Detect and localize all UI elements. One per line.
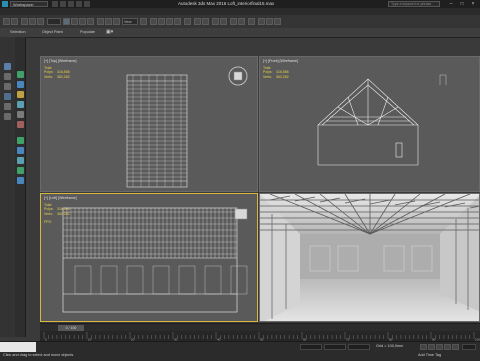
main-toolbar: View <box>0 15 480 29</box>
viewport-front[interactable]: [+] [Front] [Wireframe] Total Polys: 316,… <box>259 56 480 192</box>
scale-icon[interactable] <box>113 18 120 25</box>
y-coordinate-field[interactable] <box>324 344 346 350</box>
material-editor-icon[interactable] <box>248 18 255 25</box>
curve-editor-icon[interactable] <box>230 18 237 25</box>
next-frame-icon[interactable] <box>444 344 451 350</box>
x-coordinate-field[interactable] <box>300 344 322 350</box>
reference-coordinate-dropdown[interactable]: View <box>122 18 138 25</box>
create-icon[interactable] <box>17 71 24 78</box>
ribbon: Selection Object Paint Populate ▣▾ <box>0 28 480 38</box>
go-to-start-icon[interactable] <box>420 344 427 350</box>
left-wireframe-drawing <box>62 207 248 313</box>
graphite-toolbar-icon[interactable] <box>220 18 227 25</box>
save-icon[interactable] <box>68 1 74 7</box>
motion-icon[interactable] <box>17 101 24 108</box>
minimize-button[interactable]: – <box>446 0 456 8</box>
perspective-render <box>260 194 479 321</box>
track-ruler: 0 10 20 30 40 50 60 70 80 90 100 <box>43 332 480 341</box>
pivot-center-icon[interactable] <box>140 18 147 25</box>
schematic-view-icon[interactable] <box>238 18 245 25</box>
lights-filter-icon[interactable] <box>4 113 11 120</box>
title-bar: Workspace: Default Autodesk 3ds Max 2016… <box>0 0 480 12</box>
hierarchy-icon[interactable] <box>17 91 24 98</box>
display-icon[interactable] <box>17 111 24 118</box>
app-icon[interactable] <box>2 1 8 7</box>
new-file-icon[interactable] <box>52 1 58 7</box>
workspace-dropdown[interactable]: Workspace: Default <box>10 1 48 12</box>
redo-icon[interactable] <box>11 18 18 25</box>
utilities-icon[interactable] <box>17 121 24 128</box>
align-icon[interactable] <box>202 18 209 25</box>
viewcube-icon[interactable] <box>227 65 249 87</box>
modify-icon[interactable] <box>17 81 24 88</box>
scene-explorer-icon[interactable] <box>4 63 11 70</box>
bind-space-warp-icon[interactable] <box>37 18 44 25</box>
go-to-end-icon[interactable] <box>452 344 459 350</box>
viewcube-icon[interactable] <box>233 208 249 220</box>
grid-size-label: Grid = 100,0mm <box>376 344 404 348</box>
z-coordinate-field[interactable] <box>348 344 370 350</box>
spinner-snap-icon[interactable] <box>174 18 181 25</box>
close-button[interactable]: × <box>468 0 478 8</box>
display-all-icon[interactable] <box>4 83 11 90</box>
maximize-button[interactable]: □ <box>457 0 467 8</box>
viewport-top[interactable]: [+] [Top] [Wireframe] Total Polys: 316,58… <box>40 56 258 192</box>
viewport-perspective[interactable] <box>259 193 480 322</box>
move-icon[interactable] <box>97 18 104 25</box>
geometry-filter-icon[interactable] <box>4 93 11 100</box>
window-title: Autodesk 3ds Max 2016 Loft_interiorfinal… <box>178 1 275 6</box>
teapot-icon[interactable] <box>17 177 24 184</box>
ribbon-tab-populate[interactable]: Populate <box>80 29 95 36</box>
rotate-icon[interactable] <box>105 18 112 25</box>
render-production-icon[interactable] <box>274 18 281 25</box>
box-icon[interactable] <box>17 147 24 154</box>
track-bar[interactable]: 0 10 20 30 40 50 60 70 80 90 100 <box>40 331 480 341</box>
ribbon-options-icon[interactable]: ▣▾ <box>106 29 113 36</box>
angle-snap-icon[interactable] <box>158 18 165 25</box>
menu-bar <box>0 8 480 15</box>
sphere-icon[interactable] <box>17 137 24 144</box>
play-icon[interactable] <box>436 344 443 350</box>
selection-filter-dropdown[interactable] <box>47 18 61 25</box>
display-none-icon[interactable] <box>4 73 11 80</box>
ribbon-tab-selection[interactable]: Selection <box>10 29 26 36</box>
open-file-icon[interactable] <box>60 1 66 7</box>
ribbon-tab-object-paint[interactable]: Object Paint <box>42 29 63 36</box>
add-time-tag-button[interactable]: Add Time Tag <box>418 353 441 357</box>
rendered-frame-icon[interactable] <box>266 18 273 25</box>
unlink-icon[interactable] <box>29 18 36 25</box>
link-icon[interactable] <box>21 18 28 25</box>
redo-icon[interactable] <box>84 1 90 7</box>
rectangular-selection-icon[interactable] <box>79 18 86 25</box>
layer-explorer-icon[interactable] <box>212 18 219 25</box>
search-input[interactable]: Type a keyword or phrase <box>388 1 440 7</box>
cylinder-icon[interactable] <box>17 157 24 164</box>
shapes-filter-icon[interactable] <box>4 103 11 110</box>
status-prompt: Click and drag to select and move object… <box>3 353 74 357</box>
front-wireframe-drawing <box>317 74 447 166</box>
scene-explorer-strip <box>0 37 16 337</box>
undo-icon[interactable] <box>3 18 10 25</box>
snaps-toggle-icon[interactable] <box>150 18 157 25</box>
top-wireframe-drawing <box>126 74 188 188</box>
percent-snap-icon[interactable] <box>166 18 173 25</box>
select-by-name-icon[interactable] <box>71 18 78 25</box>
mirror-icon[interactable] <box>194 18 201 25</box>
maxscript-listener[interactable] <box>0 342 36 352</box>
plane-icon[interactable] <box>17 167 24 174</box>
previous-frame-icon[interactable] <box>428 344 435 350</box>
named-selection-icon[interactable] <box>184 18 191 25</box>
select-object-icon[interactable] <box>63 18 70 25</box>
current-frame-field[interactable] <box>462 344 476 350</box>
render-setup-icon[interactable] <box>258 18 265 25</box>
status-bar: Click and drag to select and move object… <box>0 341 480 361</box>
window-crossing-icon[interactable] <box>87 18 94 25</box>
viewport-left[interactable]: [+] [Left] [Wireframe] Total Polys: 316,5… <box>40 193 258 322</box>
undo-icon[interactable] <box>76 1 82 7</box>
modeling-strip <box>15 37 26 337</box>
